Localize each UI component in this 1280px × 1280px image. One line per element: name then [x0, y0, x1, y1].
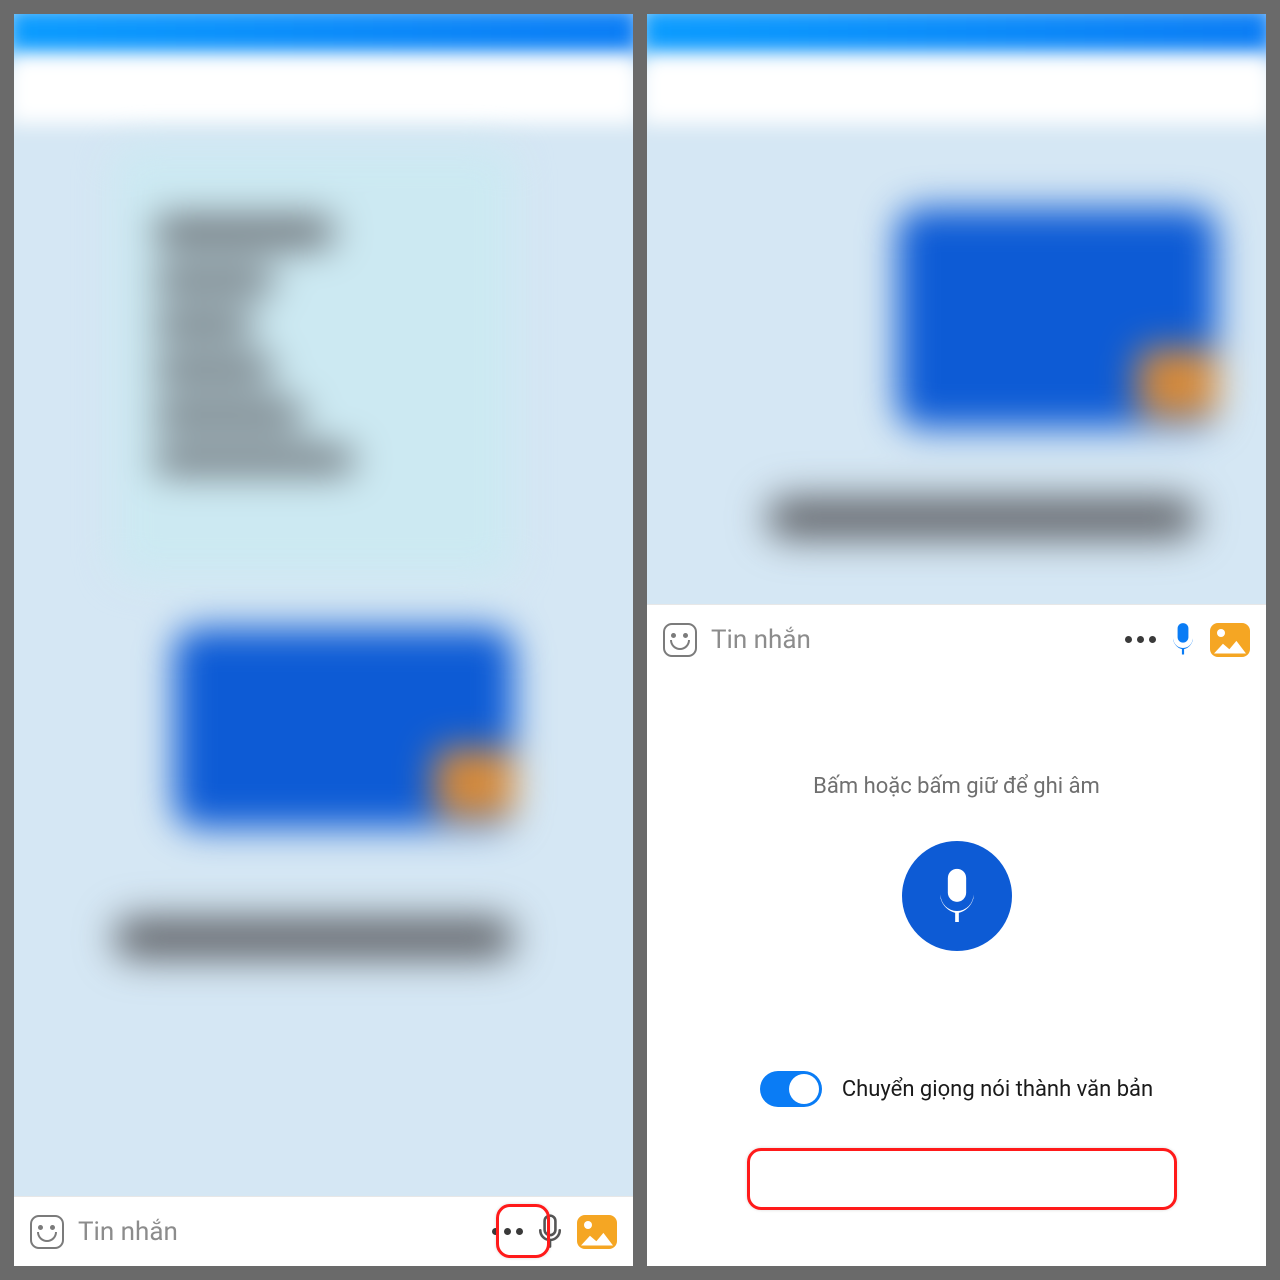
image-icon[interactable]: [1210, 623, 1250, 657]
chat-area-blur: [647, 118, 1266, 588]
message-input-bar: Tin nhắn: [647, 604, 1266, 674]
nav-blur: [647, 54, 1266, 124]
microphone-icon: [935, 867, 979, 926]
more-icon[interactable]: [492, 1228, 523, 1235]
speech-to-text-label: Chuyển giọng nói thành văn bản: [842, 1077, 1153, 1102]
screenshot-right: Tin nhắn Bấm hoặc bấm giữ để ghi âm Chuy…: [647, 14, 1266, 1266]
nav-blur: [14, 54, 633, 124]
speech-to-text-row: Chuyển giọng nói thành văn bản: [734, 1061, 1179, 1117]
more-icon[interactable]: [1125, 636, 1156, 643]
chat-area-blur: [14, 118, 633, 1178]
sticker-icon[interactable]: [663, 623, 697, 657]
speech-to-text-toggle[interactable]: [760, 1071, 822, 1107]
sticker-icon[interactable]: [30, 1215, 64, 1249]
image-icon[interactable]: [577, 1215, 617, 1249]
microphone-icon-active[interactable]: [1170, 622, 1196, 657]
record-button[interactable]: [902, 841, 1012, 951]
microphone-icon[interactable]: [537, 1214, 563, 1249]
voice-hint-text: Bấm hoặc bấm giữ để ghi âm: [813, 774, 1100, 799]
screenshot-left: Tin nhắn: [14, 14, 633, 1266]
voice-panel: Bấm hoặc bấm giữ để ghi âm Chuyển giọng …: [647, 674, 1266, 1266]
message-input-bar: Tin nhắn: [14, 1196, 633, 1266]
message-input[interactable]: Tin nhắn: [78, 1217, 478, 1247]
message-input[interactable]: Tin nhắn: [711, 625, 1111, 655]
